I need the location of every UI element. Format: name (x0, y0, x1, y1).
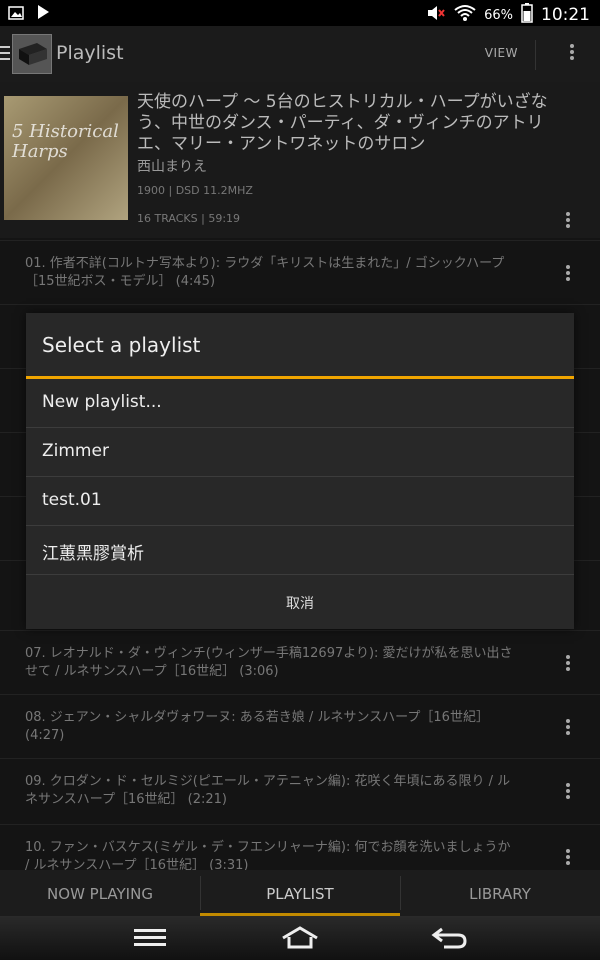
album-format: 1900 | DSD 11.2MHZ (137, 184, 253, 197)
app-logo (12, 34, 52, 74)
tab-label: NOW PLAYING (47, 885, 153, 903)
option-label: Zimmer (42, 441, 109, 461)
track-title: 09. クロダン・ド・セルミジ(ピエール・アテニャン編): 花咲く年頃にある限り… (25, 774, 511, 807)
album-header: 5 Historical Harps 天使のハープ ～ 5台のヒストリカル・ハー… (0, 82, 600, 238)
track-row[interactable]: 08. ジェアン・シャルダヴォワーヌ: ある若き娘 / ルネサンスハープ［16世… (0, 694, 600, 759)
track-overflow-icon[interactable] (566, 717, 570, 737)
view-button[interactable]: VIEW (485, 46, 518, 60)
option-label: 江蕙黑膠賞析 (42, 544, 144, 564)
tab-label: PLAYLIST (266, 885, 334, 903)
system-nav-bar (0, 916, 600, 960)
playlist-option-new[interactable]: New playlist... (26, 379, 574, 428)
track-title: 01. 作者不詳(コルトナ写本より): ラウダ「キリストは生まれた」/ ゴシック… (25, 256, 505, 289)
track-overflow-icon[interactable] (566, 263, 570, 283)
page-title: Playlist (56, 42, 124, 64)
back-icon[interactable] (430, 926, 468, 954)
wifi-icon (454, 4, 476, 26)
battery-percent: 66% (484, 7, 513, 23)
cancel-button[interactable]: 取消 (26, 575, 574, 629)
tab-label: LIBRARY (469, 885, 531, 903)
overflow-menu-icon[interactable] (570, 42, 574, 62)
track-overflow-icon[interactable] (566, 847, 570, 867)
option-label: test.01 (42, 490, 102, 510)
bottom-tab-bar: NOW PLAYING PLAYLIST LIBRARY (0, 870, 600, 916)
select-playlist-dialog: Select a playlist New playlist... Zimmer… (26, 313, 574, 629)
track-row[interactable]: 09. クロダン・ド・セルミジ(ピエール・アテニャン編): 花咲く年頃にある限り… (0, 758, 600, 823)
track-title: 08. ジェアン・シャルダヴォワーヌ: ある若き娘 / ルネサンスハープ［16世… (25, 710, 489, 743)
battery-icon (521, 3, 533, 27)
track-overflow-icon[interactable] (566, 781, 570, 801)
gallery-icon (8, 5, 24, 24)
app-bar: Playlist VIEW (0, 26, 600, 82)
option-label: New playlist... (42, 392, 162, 412)
playlist-option[interactable]: 江蕙黑膠賞析 (26, 526, 574, 575)
dialog-title: Select a playlist (42, 333, 201, 357)
playlist-option[interactable]: test.01 (26, 477, 574, 526)
play-icon (36, 4, 50, 24)
tab-now-playing[interactable]: NOW PLAYING (0, 870, 200, 916)
album-tracks-info: 16 TRACKS | 59:19 (137, 212, 241, 225)
track-row[interactable]: 07. レオナルド・ダ・ヴィンチ(ウィンザー手稿12697より): 愛だけが私を… (0, 630, 600, 695)
album-artist: 西山まりえ (137, 159, 207, 175)
cancel-label: 取消 (286, 596, 314, 612)
divider (535, 40, 536, 70)
mute-icon (426, 4, 446, 26)
album-cover-text: 5 Historical Harps (12, 121, 119, 162)
track-row[interactable]: 10. ファン・バスケス(ミゲル・デ・フエンリャーナ編): 何でお顔を洗いましょ… (0, 824, 600, 871)
playlist-option[interactable]: Zimmer (26, 428, 574, 477)
home-icon[interactable] (281, 926, 319, 954)
track-overflow-icon[interactable] (566, 653, 570, 673)
clock: 10:21 (541, 5, 590, 25)
track-title: 10. ファン・バスケス(ミゲル・デ・フエンリャーナ編): 何でお顔を洗いましょ… (25, 840, 511, 871)
tab-library[interactable]: LIBRARY (400, 870, 600, 916)
status-bar: 66% 10:21 (0, 0, 600, 26)
menu-icon[interactable] (134, 926, 166, 952)
album-title: 天使のハープ ～ 5台のヒストリカル・ハープがいざなう、中世のダンス・パーティ、… (137, 92, 548, 154)
track-title: 07. レオナルド・ダ・ヴィンチ(ウィンザー手稿12697より): 愛だけが私を… (25, 646, 513, 679)
track-row[interactable]: 01. 作者不詳(コルトナ写本より): ラウダ「キリストは生まれた」/ ゴシック… (0, 240, 600, 305)
menu-icon[interactable] (0, 42, 10, 64)
tab-playlist[interactable]: PLAYLIST (200, 870, 400, 916)
album-overflow-icon[interactable] (566, 210, 570, 230)
album-cover[interactable]: 5 Historical Harps (4, 96, 128, 220)
